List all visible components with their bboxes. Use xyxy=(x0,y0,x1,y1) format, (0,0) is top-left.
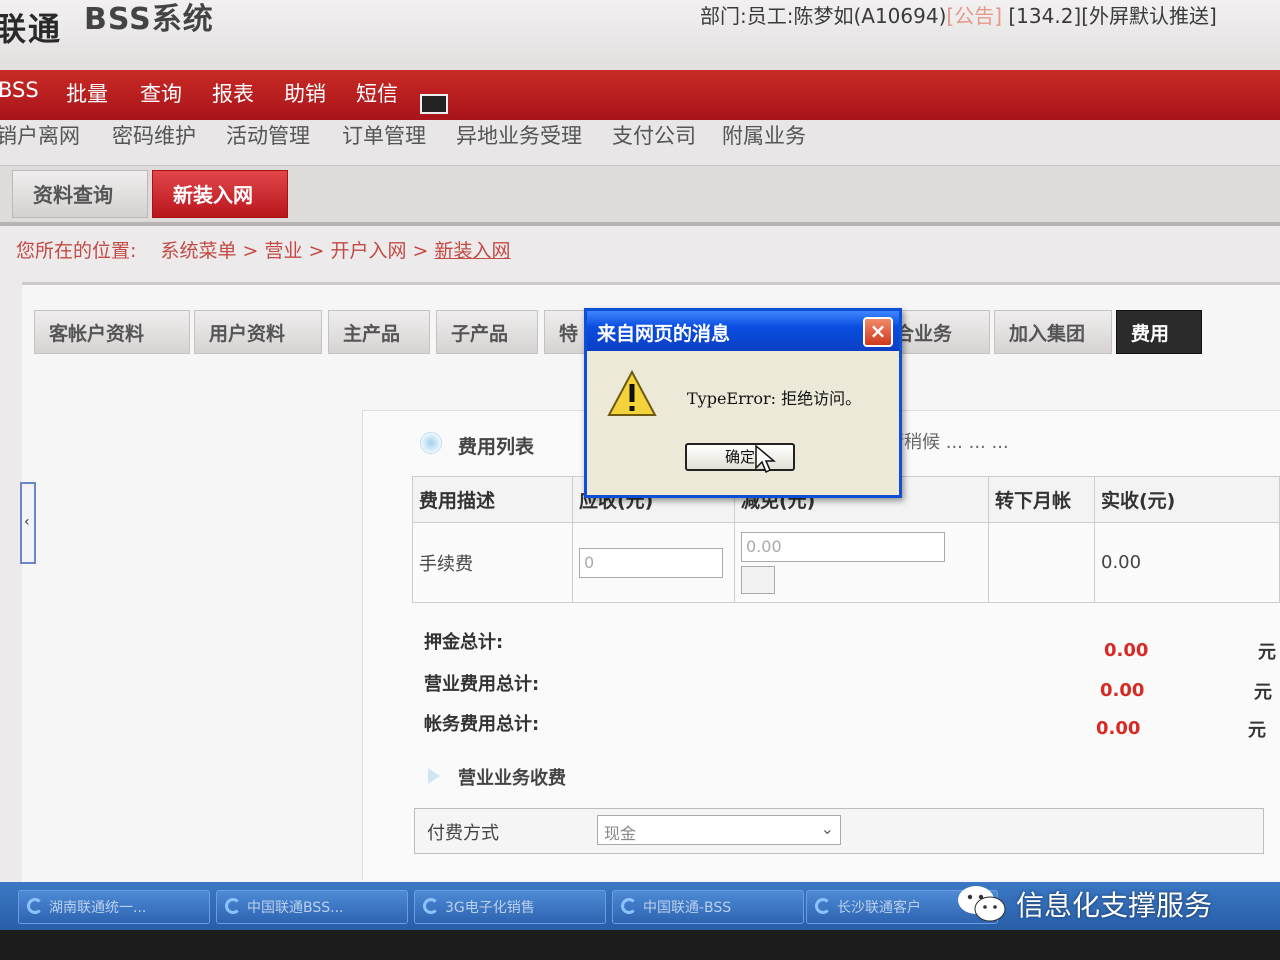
business-fee-total-label: 营业费用总计: xyxy=(424,674,540,695)
tab-user-info[interactable]: 用户资料 xyxy=(194,310,322,354)
top-menu-item-bss[interactable]: BSS xyxy=(0,78,39,102)
ok-button[interactable]: 确定 xyxy=(685,443,795,471)
breadcrumb: 您所在的位置: 系统菜单 > 营业 > 开户入网 > 新装入网 xyxy=(16,236,510,263)
account-fee-total-unit: 元 xyxy=(1248,720,1266,741)
tab-sub-product[interactable]: 子产品 xyxy=(436,310,538,354)
tab-main-product[interactable]: 主产品 xyxy=(328,310,430,354)
watermark: 信息化支撑服务 xyxy=(956,880,1256,928)
sub-menu-bar: 销户离网 密码维护 活动管理 订单管理 异地业务受理 支付公司 附属业务 xyxy=(0,120,1280,166)
close-button[interactable]: × xyxy=(863,317,893,347)
column-header: 转下月帐 xyxy=(988,476,1095,523)
tab-new-install[interactable]: 新装入网 xyxy=(152,170,288,218)
sub-menu-item-addon[interactable]: 附属业务 xyxy=(722,120,806,150)
system-title: BSS系统 xyxy=(84,2,214,37)
tab-data-query[interactable]: 资料查询 xyxy=(12,170,148,218)
taskbar-label: 长沙联通客户 xyxy=(837,900,921,916)
fee-list-title: 费用列表 xyxy=(458,436,535,458)
top-menu-item-batch[interactable]: 批量 xyxy=(66,78,108,108)
business-fee-total-value: 0.00 xyxy=(1100,680,1145,701)
account-fee-total-label: 帐务费用总计: xyxy=(424,714,540,735)
payment-method-row: 付费方式 现金 ⌄ xyxy=(414,808,1264,854)
taskbar-item[interactable]: 中国联通-BSS xyxy=(612,890,804,924)
top-menu-item-sms[interactable]: 短信 xyxy=(356,78,398,108)
taskbar-label: 湖南联通统一... xyxy=(49,900,147,916)
wechat-icon xyxy=(958,886,1006,922)
receivable-input[interactable]: 0 xyxy=(579,547,723,578)
column-header: 实收(元) xyxy=(1094,476,1280,523)
tab-join-group[interactable]: 加入集团 xyxy=(994,310,1112,354)
sub-menu-item-cancel[interactable]: 销户离网 xyxy=(0,120,80,150)
discount-checkbox[interactable] xyxy=(741,565,775,594)
top-menu-bar: BSS 批量 查询 报表 助销 短信 xyxy=(0,70,1280,120)
business-fee-total-unit: 元 xyxy=(1254,682,1272,703)
user-info-text: 部门:员工:陈梦如(A10694) xyxy=(700,4,947,28)
payment-method-select[interactable]: 现金 ⌄ xyxy=(597,815,841,845)
warning-icon xyxy=(607,369,657,416)
chevron-left-icon: ‹ xyxy=(24,514,30,530)
session-info: [134.2][外屏默认推送] xyxy=(1008,4,1217,28)
tab-fees[interactable]: 费用 xyxy=(1116,310,1202,354)
chevron-down-icon: ⌄ xyxy=(820,819,834,838)
section-bullet-icon xyxy=(420,432,442,454)
screen-toggle-icon[interactable] xyxy=(420,94,448,114)
column-header: 费用描述 xyxy=(412,476,573,523)
ie-icon xyxy=(621,898,637,914)
breadcrumb-prefix: 您所在的位置: xyxy=(16,240,137,262)
dialog-titlebar[interactable]: 来自网页的消息 × xyxy=(587,311,899,351)
screen-bezel xyxy=(0,930,1280,960)
notice-link[interactable]: [公告] xyxy=(946,4,1002,28)
sub-menu-item-password[interactable]: 密码维护 xyxy=(112,120,196,150)
breadcrumb-current[interactable]: 新装入网 xyxy=(434,240,510,262)
taskbar-item[interactable]: 湖南联通统一... xyxy=(18,890,210,924)
section-arrow-icon xyxy=(428,768,440,784)
table-row: 手续费 0 0.00 0.00 xyxy=(412,522,1280,603)
watermark-text: 信息化支撑服务 xyxy=(1016,889,1213,922)
sub-menu-item-payment[interactable]: 支付公司 xyxy=(612,120,696,150)
business-charge-title: 营业业务收费 xyxy=(458,768,566,789)
taskbar-item[interactable]: 中国联通BSS... xyxy=(216,890,408,924)
tab-customer-account[interactable]: 客帐户资料 xyxy=(34,310,190,354)
ie-icon xyxy=(815,898,831,914)
ie-icon xyxy=(225,898,241,914)
collapse-handle[interactable]: ‹ xyxy=(20,482,36,564)
account-fee-total-value: 0.00 xyxy=(1096,718,1141,739)
deposit-total-unit: 元 xyxy=(1258,642,1276,663)
taskbar-label: 中国联通BSS... xyxy=(247,900,344,916)
alert-dialog: 来自网页的消息 × TypeError: 拒绝访问。 确定 xyxy=(584,308,902,498)
fee-description: 手续费 xyxy=(412,522,573,603)
sub-menu-item-orders[interactable]: 订单管理 xyxy=(342,120,426,150)
loading-text: 请稍候 ... ... ... xyxy=(886,432,1009,453)
payment-method-label: 付费方式 xyxy=(427,823,499,844)
brand-logo-text: 联通 xyxy=(0,10,63,48)
sub-menu-item-remote[interactable]: 异地业务受理 xyxy=(456,120,582,150)
carry-over-cell xyxy=(988,522,1095,603)
mouse-cursor-icon xyxy=(755,444,776,474)
top-menu-item-report[interactable]: 报表 xyxy=(212,78,254,108)
page-tabs: 资料查询 新装入网 xyxy=(0,166,1280,226)
dialog-title: 来自网页的消息 xyxy=(597,323,731,345)
app-header: 联通 BSS系统 部门:员工:陈梦如(A10694)[公告] [134.2][外… xyxy=(0,0,1280,70)
taskbar-item[interactable]: 3G电子化销售 xyxy=(414,890,606,924)
user-info: 部门:员工:陈梦如(A10694)[公告] [134.2][外屏默认推送] xyxy=(700,0,1217,29)
dialog-message: TypeError: 拒绝访问。 xyxy=(687,389,862,408)
ie-icon xyxy=(27,898,43,914)
ie-icon xyxy=(423,898,439,914)
discount-input[interactable]: 0.00 xyxy=(741,531,945,562)
top-menu-item-query[interactable]: 查询 xyxy=(140,78,182,108)
deposit-total-label: 押金总计: xyxy=(424,632,504,653)
sub-menu-item-activity[interactable]: 活动管理 xyxy=(226,120,310,150)
taskbar-label: 3G电子化销售 xyxy=(445,900,535,916)
deposit-total-value: 0.00 xyxy=(1104,640,1149,661)
actual-amount: 0.00 xyxy=(1094,522,1280,603)
top-menu-item-promotion[interactable]: 助销 xyxy=(284,78,326,108)
payment-method-value: 现金 xyxy=(604,824,637,843)
breadcrumb-path: 系统菜单 > 营业 > 开户入网 > xyxy=(160,240,429,262)
taskbar-label: 中国联通-BSS xyxy=(643,900,732,916)
